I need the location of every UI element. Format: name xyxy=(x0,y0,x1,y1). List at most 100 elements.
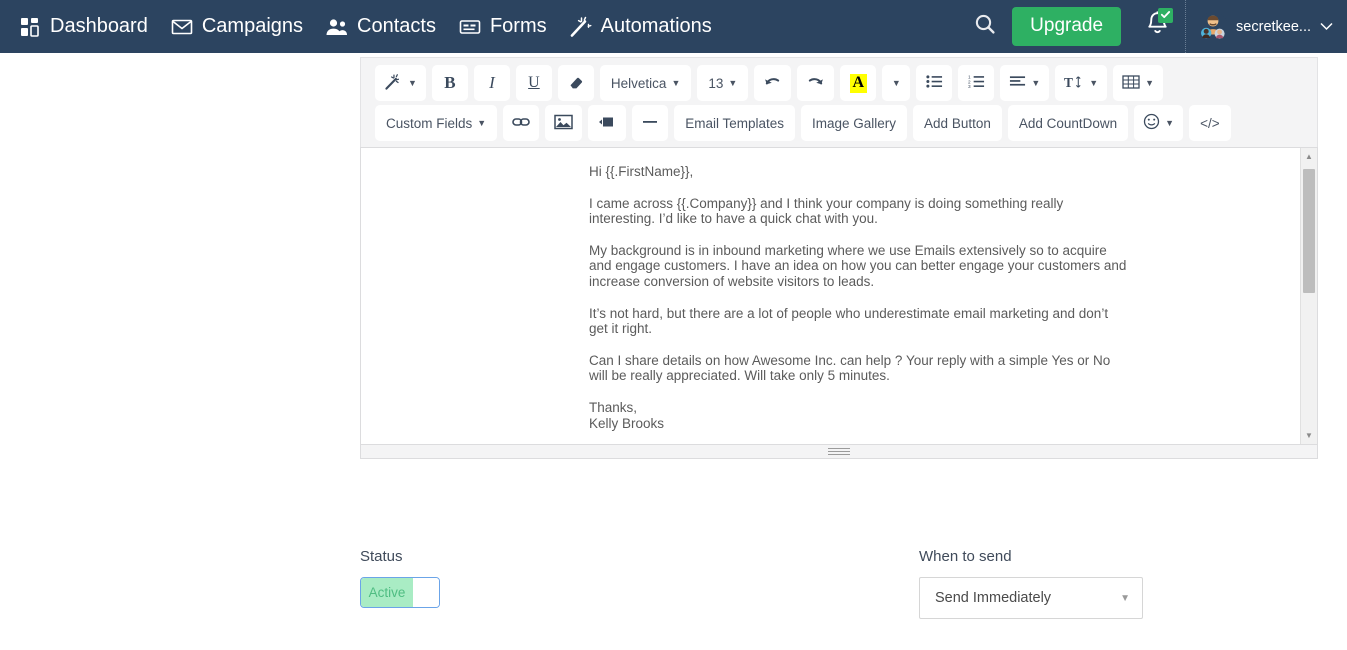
search-button[interactable] xyxy=(958,0,1012,53)
top-navbar: Dashboard Campaigns Contacts Forms Autom xyxy=(0,0,1347,53)
insert-hr-button[interactable] xyxy=(632,105,668,141)
chevron-down-icon: ▼ xyxy=(728,79,737,88)
italic-button[interactable]: I xyxy=(474,65,510,101)
envelope-icon xyxy=(170,16,194,38)
clear-format-button[interactable] xyxy=(558,65,594,101)
numbered-list-icon: 123 xyxy=(968,74,985,92)
svg-text:3: 3 xyxy=(968,84,971,89)
sidebar-item-dashboard[interactable]: Dashboard xyxy=(12,9,164,44)
email-editor: ▼ B I U Helvetica ▼ 13 ▼ xyxy=(360,57,1318,459)
add-countdown-button[interactable]: Add CountDown xyxy=(1008,105,1128,141)
when-to-send-label: When to send xyxy=(919,548,1143,565)
status-label: Status xyxy=(360,548,440,565)
custom-fields-label: Custom Fields xyxy=(386,116,472,131)
highlight-label: A xyxy=(850,74,868,93)
chevron-down-icon: ▼ xyxy=(1165,119,1174,128)
magic-wand-icon xyxy=(569,16,593,38)
avatar xyxy=(1198,12,1228,42)
upgrade-button[interactable]: Upgrade xyxy=(1012,7,1121,46)
chevron-down-icon: ▼ xyxy=(892,79,901,88)
sidebar-item-campaigns[interactable]: Campaigns xyxy=(164,9,319,44)
bold-label: B xyxy=(444,73,455,93)
redo-button[interactable] xyxy=(797,65,834,101)
chevron-down-icon: ▼ xyxy=(408,79,417,88)
scroll-up-arrow-icon[interactable]: ▲ xyxy=(1301,148,1317,165)
sidebar-item-forms[interactable]: Forms xyxy=(452,9,563,44)
toolbar-row-2: Custom Fields ▼ xyxy=(375,105,1309,141)
nav-label-dashboard: Dashboard xyxy=(50,15,148,38)
numbered-list-button[interactable]: 123 numbered-list-button xyxy=(958,65,994,101)
status-toggle[interactable]: Active xyxy=(360,577,440,608)
bullet-list-icon xyxy=(926,74,943,92)
font-family-value: Helvetica xyxy=(611,76,667,91)
undo-icon xyxy=(763,74,782,93)
insert-video-button[interactable] xyxy=(588,105,626,141)
svg-text:T: T xyxy=(1064,74,1073,89)
magic-wand-tool[interactable]: ▼ xyxy=(375,65,426,101)
underline-button[interactable]: U xyxy=(516,65,552,101)
people-icon xyxy=(325,16,349,38)
nav-label-contacts: Contacts xyxy=(357,15,436,38)
bullet-list-button[interactable] xyxy=(916,65,952,101)
scroll-down-arrow-icon[interactable]: ▼ xyxy=(1301,427,1317,444)
editor-scrollbar[interactable]: ▲ ▼ xyxy=(1300,148,1317,444)
user-name: secretkee... xyxy=(1236,19,1311,35)
source-code-button[interactable]: </> xyxy=(1189,105,1231,141)
add-button-button[interactable]: Add Button xyxy=(913,105,1002,141)
primary-nav: Dashboard Campaigns Contacts Forms Autom xyxy=(12,9,728,44)
align-button[interactable]: ▼ xyxy=(1000,65,1049,101)
insert-image-button[interactable] xyxy=(545,105,582,141)
when-to-send-field: When to send Send Immediately ▼ xyxy=(919,548,1143,619)
eraser-icon xyxy=(568,74,584,93)
font-size-select[interactable]: 13 ▼ xyxy=(697,65,748,101)
chevron-down-icon: ▼ xyxy=(671,79,680,88)
sidebar-item-automations[interactable]: Automations xyxy=(563,9,728,44)
editor-resize-handle[interactable] xyxy=(360,445,1318,459)
line-height-button[interactable]: T ▼ xyxy=(1055,65,1107,101)
table-icon xyxy=(1122,74,1140,93)
email-signature: Thanks, Kelly Brooks xyxy=(361,400,1317,431)
email-paragraph: It’s not hard, but there are a lot of pe… xyxy=(361,306,1317,337)
user-menu[interactable]: secretkee... xyxy=(1186,0,1347,53)
table-button[interactable]: ▼ xyxy=(1113,65,1163,101)
image-gallery-button[interactable]: Image Gallery xyxy=(801,105,907,141)
custom-fields-dropdown[interactable]: Custom Fields ▼ xyxy=(375,105,497,141)
nav-label-campaigns: Campaigns xyxy=(202,15,303,38)
emoji-picker-button[interactable]: ▼ xyxy=(1134,105,1183,141)
scrollbar-thumb[interactable] xyxy=(1303,169,1315,293)
insert-link-button[interactable] xyxy=(503,105,539,141)
email-templates-button[interactable]: Email Templates xyxy=(674,105,795,141)
highlight-color-dropdown[interactable]: ▼ xyxy=(882,65,910,101)
nav-label-forms: Forms xyxy=(490,15,547,38)
underline-label: U xyxy=(528,74,540,92)
bold-button[interactable]: B xyxy=(432,65,468,101)
chevron-down-icon: ▼ xyxy=(1031,79,1040,88)
magic-wand-icon xyxy=(384,73,403,94)
editor-toolbar: ▼ B I U Helvetica ▼ 13 ▼ xyxy=(360,57,1318,147)
chevron-down-icon: ▼ xyxy=(477,119,486,128)
image-icon xyxy=(554,114,573,133)
italic-label: I xyxy=(489,73,495,93)
font-family-select[interactable]: Helvetica ▼ xyxy=(600,65,691,101)
notification-badge xyxy=(1158,8,1173,23)
link-icon xyxy=(512,115,530,132)
check-icon xyxy=(1160,7,1171,25)
when-to-send-select[interactable]: Send Immediately ▼ xyxy=(919,577,1143,619)
status-toggle-knob xyxy=(413,578,439,607)
smiley-icon xyxy=(1143,113,1160,133)
redo-icon xyxy=(806,74,825,93)
font-size-value: 13 xyxy=(708,76,723,91)
email-document[interactable]: Hi {{.FirstName}}, I came across {{.Comp… xyxy=(361,148,1317,444)
editor-content-area[interactable]: Hi {{.FirstName}}, I came across {{.Comp… xyxy=(360,147,1318,445)
email-paragraph: My background is in inbound marketing wh… xyxy=(361,243,1317,290)
form-icon xyxy=(458,16,482,38)
notifications-button[interactable] xyxy=(1129,0,1185,53)
video-icon xyxy=(597,115,617,132)
email-paragraph: Can I share details on how Awesome Inc. … xyxy=(361,353,1317,384)
horizontal-rule-icon xyxy=(641,116,659,131)
undo-button[interactable] xyxy=(754,65,791,101)
sidebar-item-contacts[interactable]: Contacts xyxy=(319,9,452,44)
email-paragraph: I came across {{.Company}} and I think y… xyxy=(361,196,1317,227)
text-highlight-button[interactable]: A xyxy=(840,65,876,101)
search-icon xyxy=(973,12,997,41)
